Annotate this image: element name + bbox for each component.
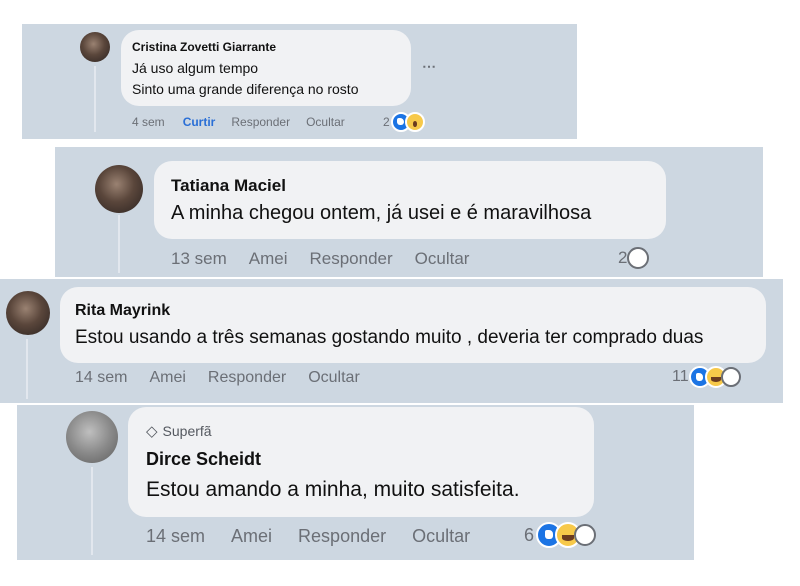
like-button[interactable]: Curtir [183, 115, 216, 129]
timestamp[interactable]: 14 sem [75, 369, 127, 387]
reply-button[interactable]: Responder [208, 369, 286, 387]
comment-text: A minha chegou ontem, já usei e é maravi… [171, 202, 592, 224]
avatar[interactable] [80, 32, 110, 62]
thread-line [94, 66, 96, 132]
comment-bubble [154, 161, 666, 239]
comment-actions: 14 sem Amei Responder Ocultar [75, 369, 360, 387]
comment-text-line-2: Sinto uma grande diferença no rosto [132, 81, 359, 97]
hide-button[interactable]: Ocultar [308, 369, 360, 387]
comment-bubble [60, 287, 766, 363]
comment-actions: 14 sem Amei Responder Ocultar [146, 526, 470, 547]
reaction-count: 11 [672, 368, 689, 385]
comment-text-line-1: Já uso algum tempo [132, 60, 259, 76]
comment-card-4: ◇ Superfã Dirce Scheidt Estou amando a m… [17, 405, 694, 560]
care-icon [720, 367, 741, 387]
avatar[interactable] [95, 165, 143, 213]
avatar[interactable] [66, 411, 118, 463]
badge-label: Superfã [162, 423, 212, 439]
reaction-summary[interactable]: 11 [672, 366, 741, 388]
comment-actions: 13 sem Amei Responder Ocultar [171, 249, 469, 269]
timestamp[interactable]: 14 sem [146, 526, 205, 547]
reaction-summary[interactable]: 2 [618, 247, 650, 269]
thread-line [118, 215, 120, 273]
superfan-badge[interactable]: ◇ Superfã [146, 422, 212, 440]
reaction-count: 2 [383, 115, 390, 129]
comment-card-1: Cristina Zovetti Giarrante Já uso algum … [22, 24, 577, 139]
comment-card-2: Tatiana Maciel A minha chegou ontem, já … [55, 147, 763, 277]
love-button[interactable]: Amei [249, 249, 288, 269]
comment-card-3: Rita Mayrink Estou usando a três semanas… [0, 279, 783, 403]
diamond-icon: ◇ [146, 423, 158, 440]
reply-button[interactable]: Responder [298, 526, 386, 547]
comment-author[interactable]: Tatiana Maciel [171, 176, 286, 196]
comment-text: Estou amando a minha, muito satisfeita. [146, 478, 520, 501]
thread-line [26, 339, 28, 399]
reaction-summary[interactable]: 2 [383, 112, 425, 132]
comment-author[interactable]: Dirce Scheidt [146, 449, 261, 470]
wow-icon [404, 112, 425, 132]
comment-text: Estou usando a três semanas gostando mui… [75, 327, 704, 348]
love-button[interactable]: Amei [231, 526, 272, 547]
comment-author[interactable]: Cristina Zovetti Giarrante [132, 40, 276, 54]
comment-author[interactable]: Rita Mayrink [75, 302, 170, 320]
reaction-count: 6 [524, 524, 535, 545]
care-icon [574, 524, 597, 546]
reaction-count: 2 [618, 248, 628, 267]
hide-button[interactable]: Ocultar [306, 115, 345, 129]
comment-actions: 4 sem Curtir Responder Ocultar [132, 115, 345, 129]
reaction-summary[interactable]: 6 [524, 522, 597, 548]
hide-button[interactable]: Ocultar [415, 249, 470, 269]
timestamp[interactable]: 4 sem [132, 115, 165, 129]
thread-line [91, 467, 93, 555]
avatar[interactable] [6, 291, 50, 335]
more-options-icon[interactable]: ⋯ [422, 58, 437, 75]
love-button[interactable]: Amei [149, 369, 185, 387]
care-icon [627, 247, 650, 269]
reply-button[interactable]: Responder [231, 115, 290, 129]
timestamp[interactable]: 13 sem [171, 249, 227, 269]
reply-button[interactable]: Responder [309, 249, 392, 269]
hide-button[interactable]: Ocultar [412, 526, 470, 547]
